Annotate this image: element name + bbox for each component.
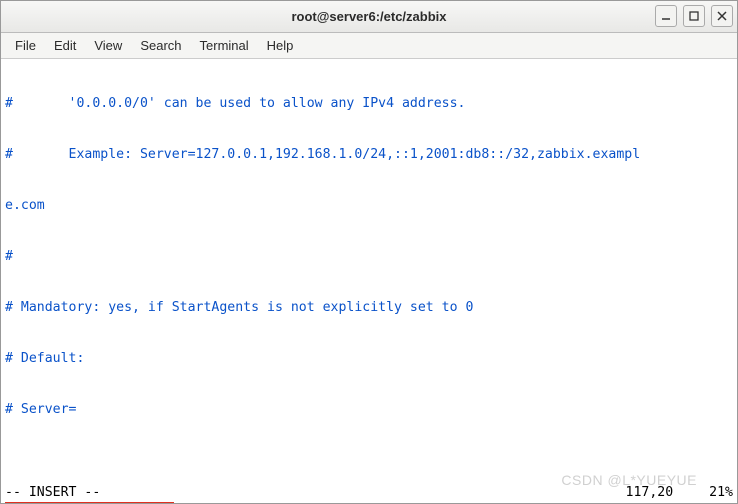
menu-search[interactable]: Search bbox=[132, 35, 189, 56]
term-line: # Example: Server=127.0.0.1,192.168.1.0/… bbox=[5, 146, 733, 163]
vim-mode: -- INSERT -- bbox=[5, 484, 100, 501]
term-line bbox=[5, 452, 733, 469]
minimize-button[interactable] bbox=[655, 5, 677, 27]
menu-file[interactable]: File bbox=[7, 35, 44, 56]
menu-help[interactable]: Help bbox=[259, 35, 302, 56]
term-line: # Mandatory: yes, if StartAgents is not … bbox=[5, 299, 733, 316]
menu-view[interactable]: View bbox=[86, 35, 130, 56]
term-line: # Default: bbox=[5, 350, 733, 367]
term-line: # bbox=[5, 248, 733, 265]
terminal-area[interactable]: # '0.0.0.0/0' can be used to allow any I… bbox=[1, 59, 737, 503]
menu-edit[interactable]: Edit bbox=[46, 35, 84, 56]
vim-scroll-pct: 21% bbox=[709, 484, 733, 501]
window-title: root@server6:/etc/zabbix bbox=[1, 9, 737, 24]
term-line: # '0.0.0.0/0' can be used to allow any I… bbox=[5, 95, 733, 112]
window-controls bbox=[655, 5, 733, 27]
vim-status-row: -- INSERT -- 117,20 21% bbox=[5, 484, 733, 501]
term-line: # Server= bbox=[5, 401, 733, 418]
close-button[interactable] bbox=[711, 5, 733, 27]
menu-terminal[interactable]: Terminal bbox=[192, 35, 257, 56]
term-line: e.com bbox=[5, 197, 733, 214]
menubar: File Edit View Search Terminal Help bbox=[1, 33, 737, 59]
app-window: root@server6:/etc/zabbix File Edit View … bbox=[0, 0, 738, 504]
maximize-button[interactable] bbox=[683, 5, 705, 27]
vim-cursor-pos: 117,20 bbox=[626, 484, 674, 501]
titlebar: root@server6:/etc/zabbix bbox=[1, 1, 737, 33]
